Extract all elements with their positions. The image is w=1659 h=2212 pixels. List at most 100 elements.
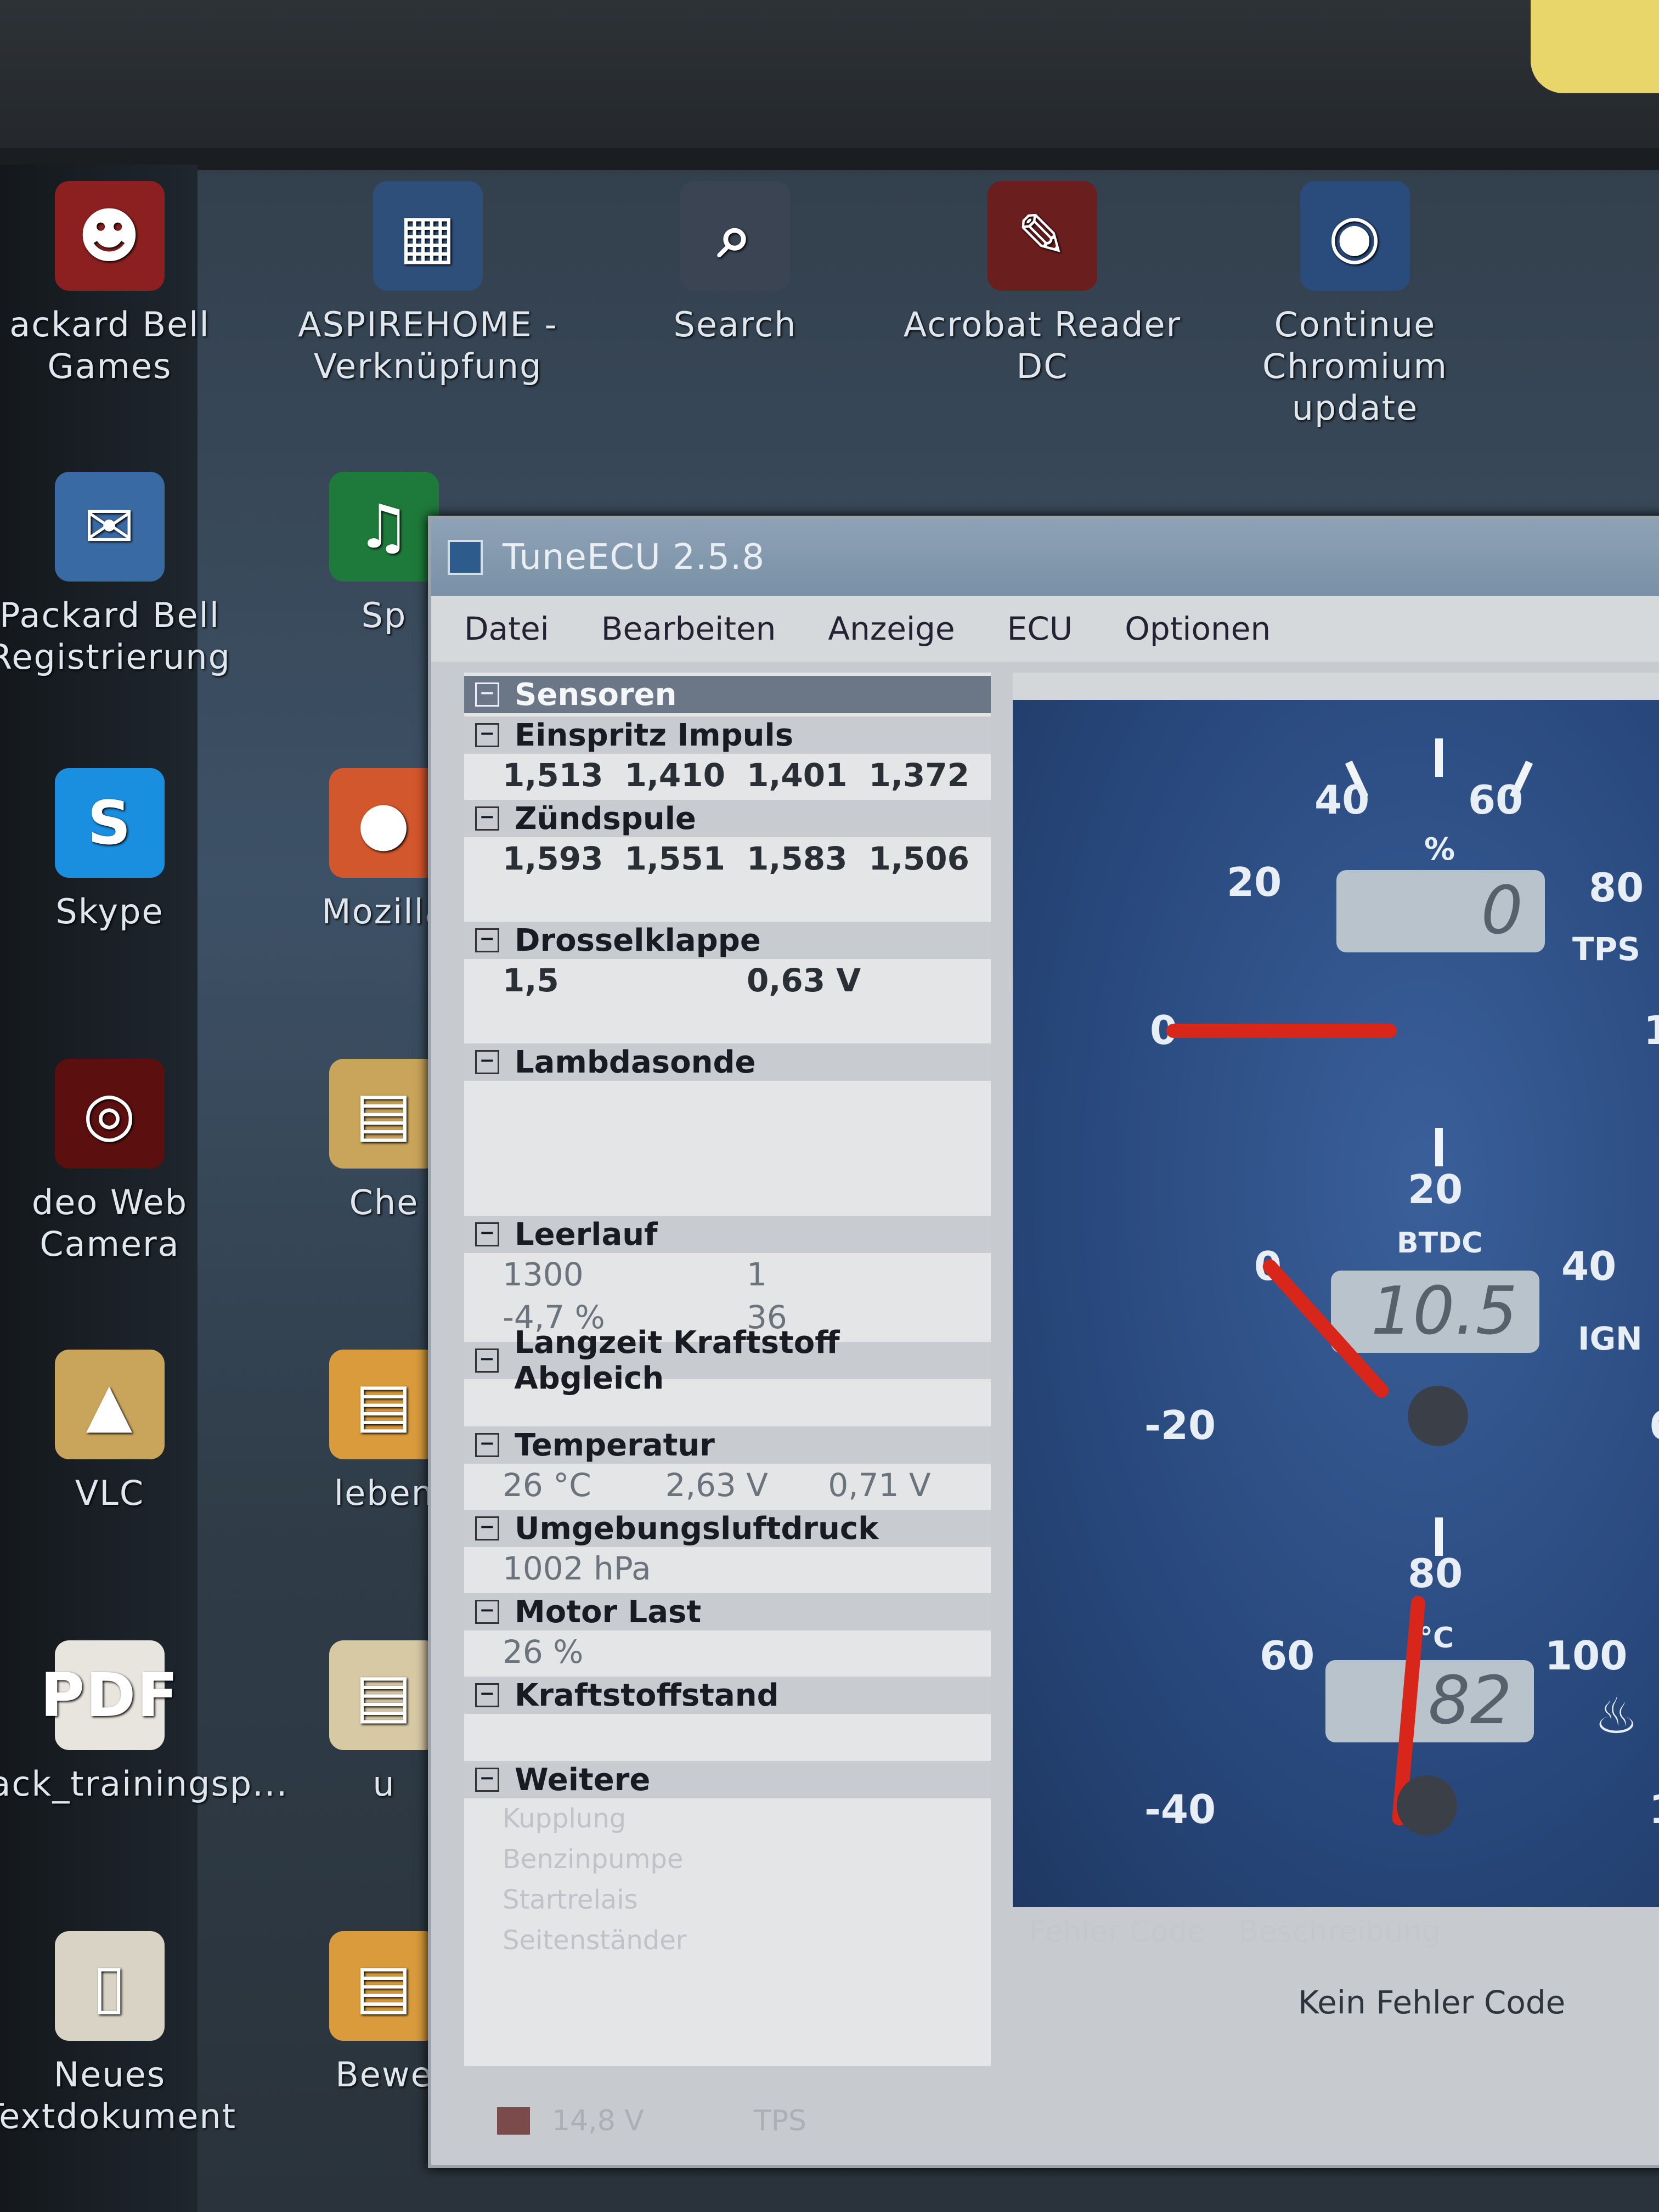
menu-bearbeiten[interactable]: Bearbeiten: [601, 610, 776, 647]
collapse-icon[interactable]: −: [475, 1768, 499, 1792]
weitere-list: Kupplung Benzinpumpe Startrelais Seitens…: [464, 1798, 991, 1961]
icon-continue-chromium-glyph-icon: ◉: [1300, 181, 1410, 291]
section-label: Kraftstoffstand: [515, 1677, 779, 1713]
tuneecu-window: TuneECU 2.5.8 Datei Bearbeiten Anzeige E…: [428, 516, 1659, 2168]
gauge-panel: 40 60 20 80 0 10 % TPS 0 20 40 0 -20 6 B…: [1013, 700, 1659, 1907]
status-bar: 14,8 V TPS: [464, 2094, 1659, 2148]
monitor-edge: [0, 148, 1659, 170]
value: 1,583: [747, 840, 848, 877]
tab-beschreibung[interactable]: Beschreibung: [1222, 1912, 1457, 1951]
collapse-icon[interactable]: −: [475, 1348, 499, 1373]
section-drosselklappe[interactable]: − Drosselklappe: [464, 922, 991, 959]
status-tps: TPS: [753, 2104, 807, 2137]
value: 1,506: [868, 840, 969, 877]
icon-skype-glyph-icon: S: [55, 768, 165, 878]
icon-web-camera[interactable]: ◎ deo Web Camera: [0, 1059, 252, 1265]
tab-fehler-code[interactable]: Fehler Code: [1013, 1912, 1222, 1951]
ign-scale: 40: [1561, 1243, 1617, 1289]
fault-message: Kein Fehler Code: [1298, 1984, 1566, 2021]
icon-label: Neues Textdokument: [0, 2055, 237, 2136]
sticker: [1531, 0, 1659, 93]
section-langzeit[interactable]: − Langzeit Kraftstoff Abgleich: [464, 1325, 991, 1396]
collapse-icon[interactable]: −: [475, 1222, 499, 1246]
status-voltage: 14,8 V: [552, 2104, 644, 2137]
value: 2,63 V: [665, 1466, 768, 1504]
icon-vlc[interactable]: ▲ VLC: [0, 1350, 252, 1514]
window-title: TuneECU 2.5.8: [503, 537, 765, 578]
collapse-icon[interactable]: −: [475, 806, 499, 831]
icon-continue-chromium[interactable]: ◉ Continue Chromium update: [1212, 181, 1498, 429]
menu-anzeige[interactable]: Anzeige: [828, 610, 955, 647]
icon-mozilla-glyph-icon: ●: [329, 768, 439, 878]
ign-hub: [1408, 1386, 1468, 1446]
section-motor-last[interactable]: − Motor Last: [464, 1593, 991, 1630]
section-label: Drosselklappe: [515, 922, 761, 958]
collapse-icon[interactable]: −: [475, 1433, 499, 1457]
icon-acrobat-reader[interactable]: ✎ Acrobat Reader DC: [900, 181, 1185, 387]
temp-scale: 60: [1260, 1633, 1315, 1679]
icon-search[interactable]: ⌕ Search: [592, 181, 878, 346]
section-umgebungsluftdruck[interactable]: − Umgebungsluftdruck: [464, 1510, 991, 1547]
section-weitere[interactable]: − Weitere: [464, 1761, 991, 1798]
tps-unit: %: [1424, 832, 1455, 867]
icon-neues-textdokument-glyph-icon: ▯: [55, 1931, 165, 2041]
collapse-icon[interactable]: −: [475, 1683, 499, 1707]
list-item: Kupplung: [503, 1803, 627, 1834]
zuendspule-values: 1,593 1,551 1,583 1,506: [464, 837, 991, 880]
monitor-bezel: [0, 0, 1659, 165]
icon-packard-bell-registrierung[interactable]: ✉ Packard Bell Registrierung: [0, 472, 252, 678]
ign-display: 10.5: [1331, 1271, 1539, 1353]
icon-aspirehome-glyph-icon: ▦: [373, 181, 483, 291]
value: 0,71 V: [828, 1466, 931, 1504]
section-lambdasonde[interactable]: − Lambdasonde: [464, 1043, 991, 1081]
collapse-icon[interactable]: −: [475, 723, 499, 747]
menu-optionen[interactable]: Optionen: [1125, 610, 1271, 647]
section-label: Lambdasonde: [515, 1044, 756, 1080]
collapse-icon[interactable]: −: [475, 1516, 499, 1541]
menu-ecu[interactable]: ECU: [1007, 610, 1073, 647]
collapse-icon[interactable]: −: [475, 1050, 499, 1074]
icon-label: ackard Bell Games: [9, 304, 210, 386]
collapse-icon[interactable]: −: [475, 1600, 499, 1624]
value: 1: [747, 1256, 767, 1293]
icon-label: Skype: [55, 891, 164, 932]
menu-datei[interactable]: Datei: [464, 610, 549, 647]
temp-scale: 80: [1408, 1550, 1463, 1596]
title-bar[interactable]: TuneECU 2.5.8: [431, 519, 1659, 596]
collapse-icon[interactable]: −: [475, 928, 499, 952]
list-item: Seitenständer: [503, 1925, 687, 1956]
section-sensoren[interactable]: − Sensoren: [464, 676, 991, 713]
motorlast-value: 26 %: [464, 1630, 991, 1673]
section-einspritz[interactable]: − Einspritz Impuls: [464, 716, 991, 754]
temperatur-values: 26 °C 2,63 V 0,71 V: [464, 1464, 991, 1506]
section-label: Umgebungsluftdruck: [515, 1510, 879, 1547]
list-item: Startrelais: [503, 1884, 638, 1915]
temp-scale: 100: [1545, 1633, 1628, 1679]
section-zuendspule[interactable]: − Zündspule: [464, 800, 991, 837]
collapse-icon[interactable]: −: [475, 682, 499, 707]
value: 1,5: [503, 962, 559, 999]
section-temperatur[interactable]: − Temperatur: [464, 1426, 991, 1464]
value: 1,551: [624, 840, 725, 877]
tps-scale: 20: [1227, 859, 1282, 905]
temp-hub: [1397, 1775, 1457, 1836]
icon-label: ASPIREHOME - Verknüpfung: [298, 304, 558, 386]
section-label: Zündspule: [515, 800, 696, 837]
tps-scale: 10: [1644, 1007, 1659, 1053]
icon-pdf-file[interactable]: PDF pack_trainingsp...: [0, 1640, 287, 1805]
icon-packard-bell-games[interactable]: ☻ ackard Bell Games: [0, 181, 252, 387]
icon-aspirehome[interactable]: ▦ ASPIREHOME - Verknüpfung: [285, 181, 571, 387]
icon-label: VLC: [75, 1473, 145, 1513]
value: 1,401: [747, 757, 848, 794]
tps-needle: [1166, 1024, 1397, 1038]
app-icon: [448, 540, 483, 575]
ign-scale: -20: [1144, 1402, 1216, 1448]
icon-skype[interactable]: S Skype: [0, 768, 252, 933]
section-leerlauf[interactable]: − Leerlauf: [464, 1216, 991, 1253]
sensor-panel: − Sensoren − Einspritz Impuls 1,513 1,41…: [464, 673, 991, 2066]
section-kraftstoffstand[interactable]: − Kraftstoffstand: [464, 1677, 991, 1714]
tps-name: TPS: [1572, 930, 1640, 968]
icon-neues-textdokument[interactable]: ▯ Neues Textdokument: [0, 1931, 252, 2137]
icon-label: deo Web Camera: [31, 1182, 188, 1264]
icon-vlc-glyph-icon: ▲: [55, 1350, 165, 1459]
